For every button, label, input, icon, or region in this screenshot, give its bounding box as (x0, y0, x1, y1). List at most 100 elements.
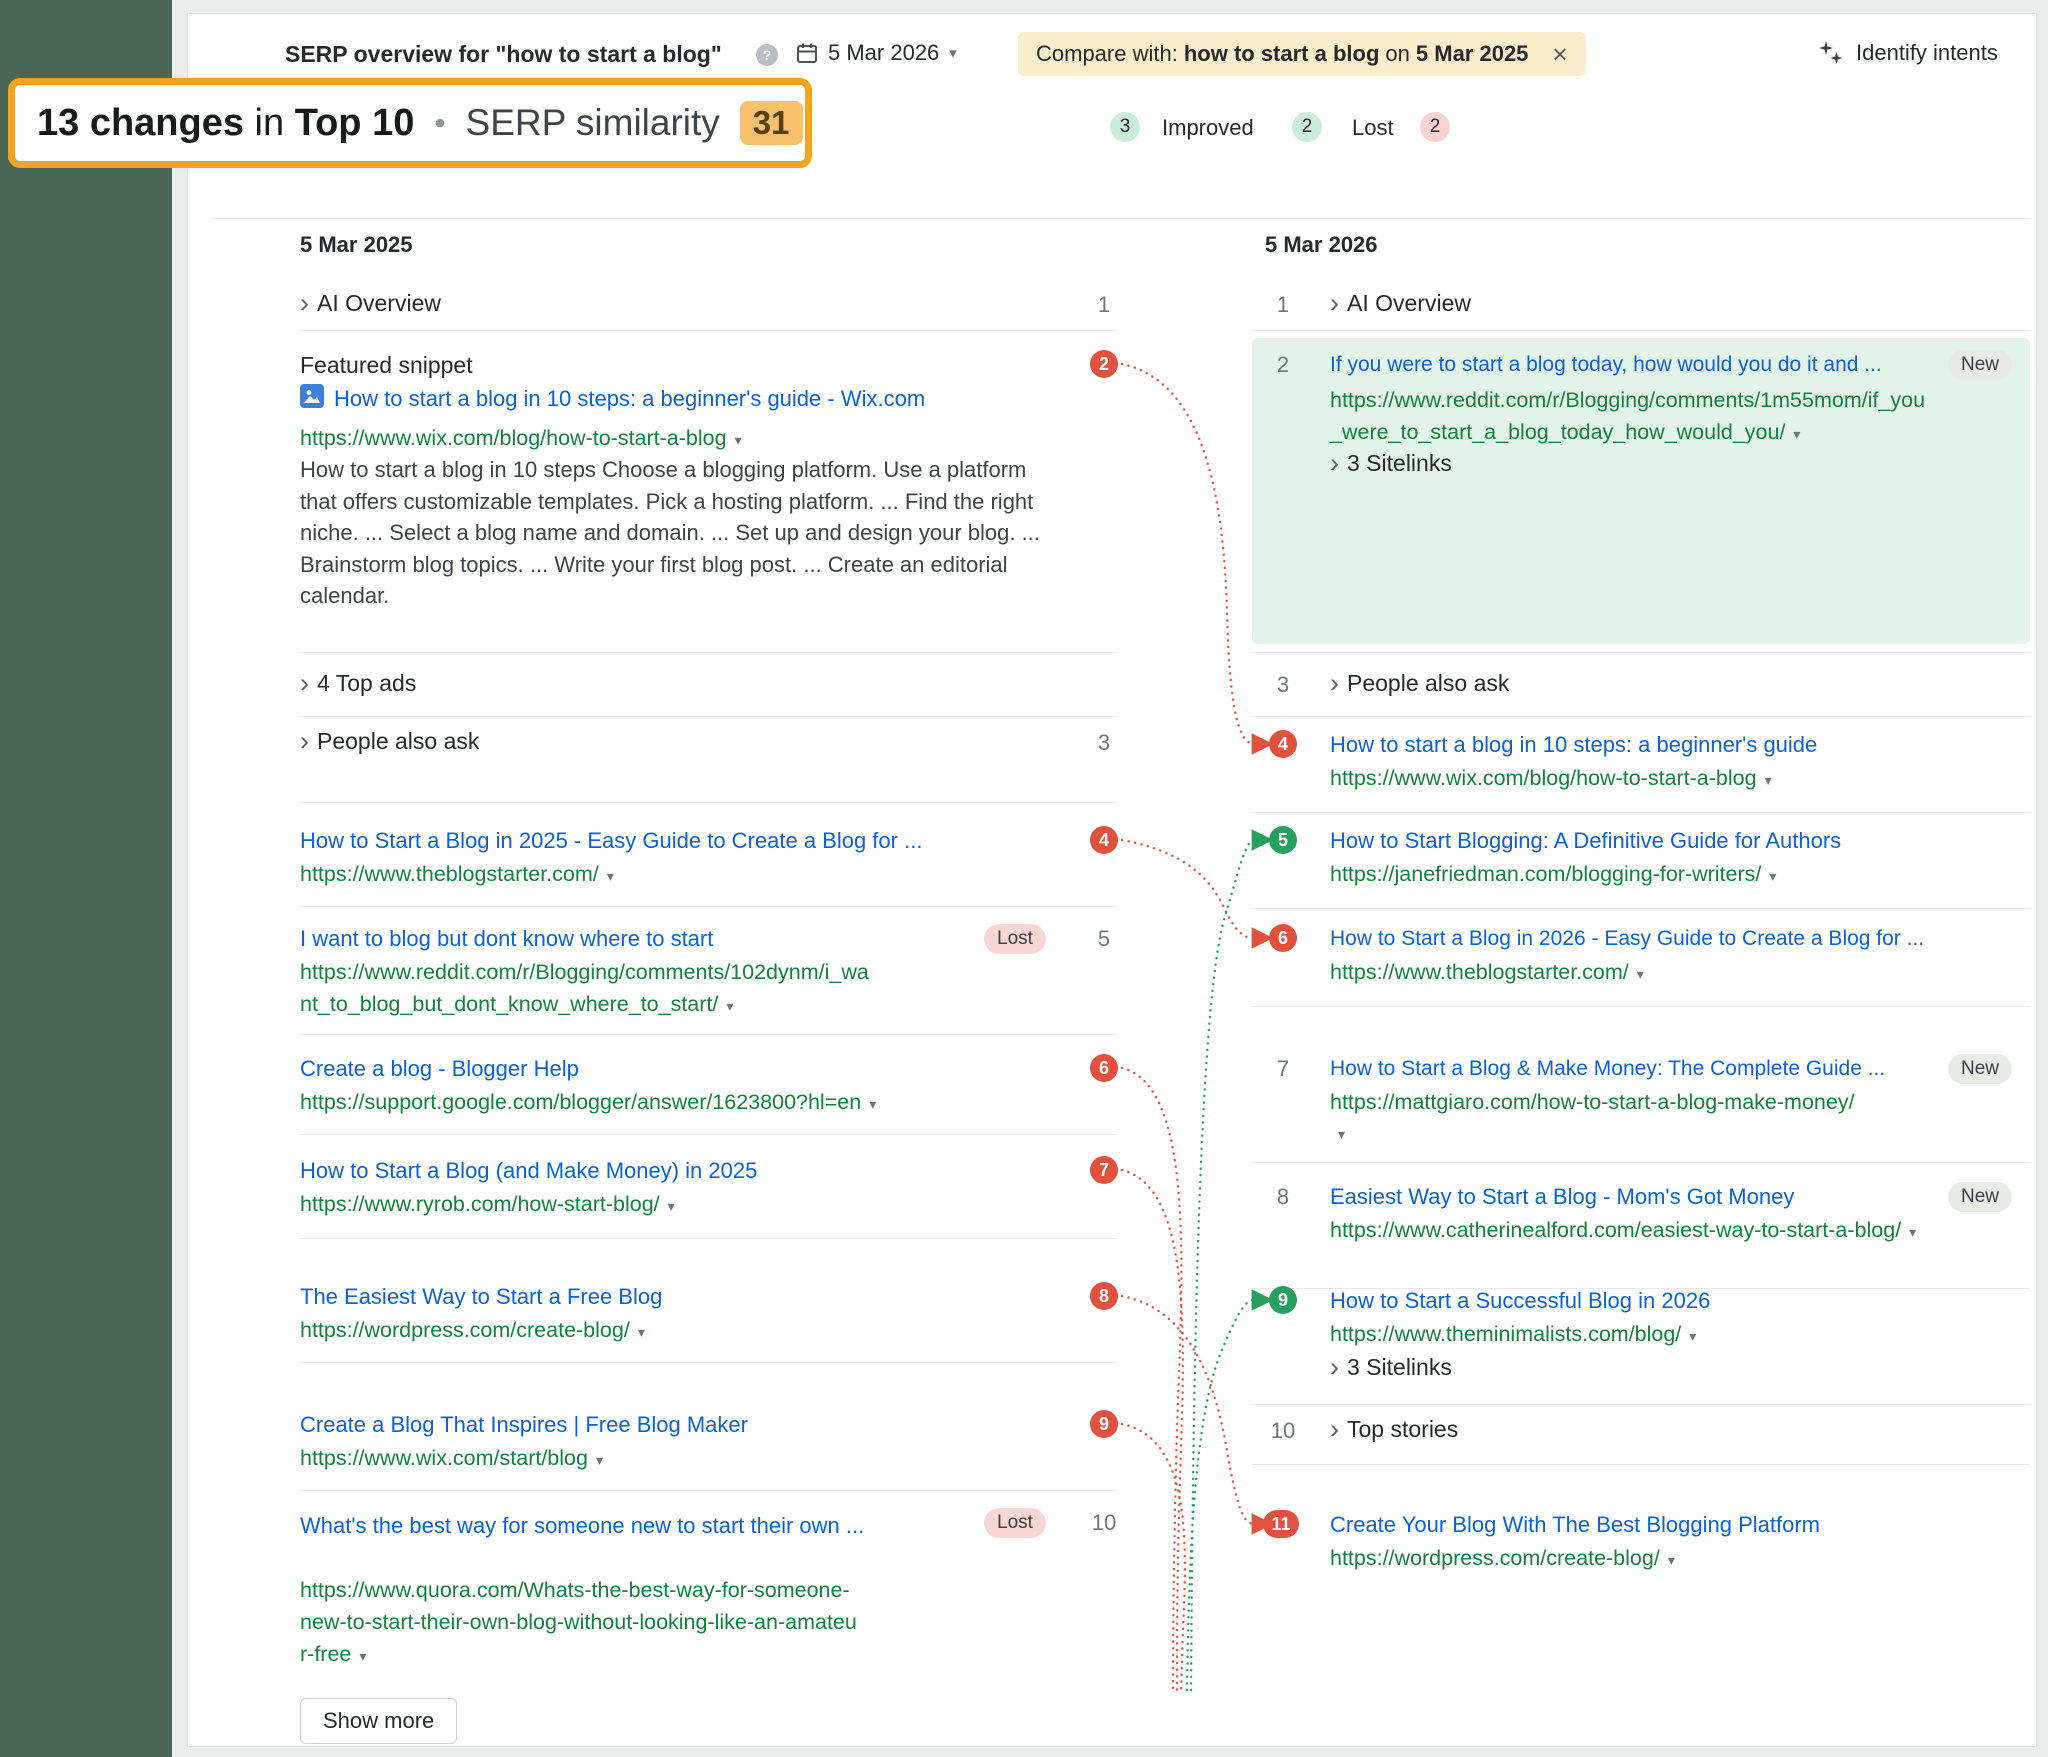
result-url: https://wordpress.com/create-blog/ (1330, 1546, 1660, 1570)
result-title-link[interactable]: How to start a blog in 10 steps: a begin… (334, 386, 925, 412)
result-url-dropdown[interactable]: https://www.ryrob.com/how-start-blog/ ▾ (300, 1188, 675, 1222)
result-url: https://www.ryrob.com/how-start-blog/ (300, 1192, 660, 1216)
left-row-ai-overview[interactable]: › AI Overview (300, 290, 441, 317)
result-url-dropdown[interactable]: https://www.reddit.com/r/Blogging/commen… (1330, 384, 1930, 450)
right-row-people-also-ask[interactable]: › People also ask (1330, 670, 1509, 697)
result-url-dropdown[interactable]: https://www.wix.com/start/blog▾ (300, 1442, 603, 1476)
url-caret-icon: ▾ (1765, 772, 1772, 788)
header-divider (212, 218, 2030, 219)
serp-similarity-label: SERP similarity (466, 102, 720, 144)
improved-count-badge: 2 (1292, 112, 1322, 142)
divider (300, 330, 1116, 331)
position-badge-declined: 6 (1269, 924, 1297, 952)
result-url-dropdown[interactable]: https://www.theblogstarter.com/▾ (1330, 956, 1644, 990)
result-title-link[interactable]: Easiest Way to Start a Blog - Mom's Got … (1330, 1184, 1794, 1210)
result-url-dropdown[interactable]: https://www.catherinealford.com/easiest-… (1330, 1214, 1950, 1248)
result-title-link[interactable]: The Easiest Way to Start a Free Blog (300, 1284, 662, 1310)
identify-intents-label: Identify intents (1856, 40, 1998, 66)
position-badge-declined: 6 (1090, 1054, 1118, 1082)
result-url-dropdown[interactable]: https://www.wix.com/blog/how-to-start-a-… (1330, 762, 1772, 796)
url-caret-icon: ▾ (1909, 1224, 1916, 1240)
result-title-link[interactable]: Create a blog - Blogger Help (300, 1056, 579, 1082)
result-url-dropdown[interactable]: https://support.google.com/blogger/answe… (300, 1086, 876, 1120)
url-caret-icon: ▾ (1668, 1552, 1675, 1568)
result-title-link[interactable]: How to Start a Blog & Make Money: The Co… (1330, 1057, 1885, 1081)
result-url: https://www.theblogstarter.com/ (1330, 960, 1629, 984)
left-row-top-ads[interactable]: › 4 Top ads (300, 670, 416, 697)
divider (300, 716, 1116, 717)
result-url-dropdown[interactable]: https://wordpress.com/create-blog/▾ (300, 1314, 645, 1348)
calendar-icon (796, 42, 818, 64)
date-picker[interactable]: 5 Mar 2026 ▾ (796, 40, 957, 66)
url-caret-icon: ▾ (1793, 426, 1800, 442)
help-icon[interactable]: ? (756, 44, 778, 66)
new-badge: New (1948, 1054, 2012, 1084)
position-badge-declined: 7 (1090, 1156, 1118, 1184)
compare-prefix: Compare with: (1036, 41, 1178, 67)
help-glyph: ? (763, 47, 772, 63)
improved-label: Improved (1162, 115, 1254, 141)
sitelinks-toggle[interactable]: › 3 Sitelinks (1330, 1354, 1452, 1381)
result-url-dropdown[interactable]: https://wordpress.com/create-blog/ ▾ (1330, 1542, 1675, 1576)
compare-connector: on (1385, 41, 1409, 67)
divider (1252, 716, 2030, 717)
result-url-dropdown[interactable]: https://www.reddit.com/r/Blogging/commen… (300, 956, 870, 1022)
divider (1252, 1006, 2030, 1007)
result-title-link[interactable]: How to start a blog in 10 steps: a begin… (1330, 732, 1817, 758)
result-title-link[interactable]: How to Start Blogging: A Definitive Guid… (1330, 828, 1841, 854)
position-badge-improved: 9 (1269, 1286, 1297, 1314)
result-title-link[interactable]: Create a Blog That Inspires | Free Blog … (300, 1412, 748, 1438)
result-url: https://www.quora.com/Whats-the-best-way… (300, 1578, 857, 1666)
compare-chip[interactable]: Compare with: how to start a blog on 5 M… (1018, 32, 1586, 76)
result-url-dropdown[interactable]: https://mattgiaro.com/how-to-start-a-blo… (1330, 1086, 1855, 1150)
position-number: 7 (1269, 1056, 1297, 1082)
sparkles-icon (1818, 40, 1844, 66)
result-title-link[interactable]: I want to blog but dont know where to st… (300, 926, 713, 952)
lost-label: Lost (1352, 115, 1394, 141)
position-badge-declined: 9 (1090, 1410, 1118, 1438)
result-title-link[interactable]: How to Start a Blog in 2025 - Easy Guide… (300, 828, 922, 854)
sitelinks-toggle[interactable]: › 3 Sitelinks (1330, 450, 1452, 477)
url-caret-icon: ▾ (668, 1198, 675, 1214)
divider (1252, 908, 2030, 909)
section-label: AI Overview (317, 290, 441, 317)
chevron-right-icon: › (1330, 450, 1339, 477)
position-badge-declined: 11 (1263, 1510, 1299, 1538)
divider (1252, 652, 2030, 653)
divider (1252, 1162, 2030, 1163)
chevron-right-icon: › (1330, 290, 1339, 317)
divider (300, 802, 1116, 803)
result-title-link[interactable]: Create Your Blog With The Best Blogging … (1330, 1512, 1820, 1538)
url-caret-icon: ▾ (726, 998, 733, 1014)
result-url-dropdown[interactable]: https://www.quora.com/Whats-the-best-way… (300, 1574, 860, 1672)
divider (1252, 1404, 2030, 1405)
result-title-link[interactable]: How to Start a Blog in 2026 - Easy Guide… (1330, 927, 1924, 951)
result-url-dropdown[interactable]: https://www.theminimalists.com/blog/▾ (1330, 1318, 1696, 1352)
result-url-dropdown[interactable]: https://www.wix.com/blog/how-to-start-a-… (300, 422, 742, 456)
chevron-down-icon: ▾ (949, 44, 957, 62)
identify-intents-button[interactable]: Identify intents (1818, 40, 1998, 66)
url-caret-icon: ▾ (735, 432, 742, 448)
left-row-people-also-ask[interactable]: › People also ask (300, 728, 479, 755)
position-badge-declined: 4 (1269, 730, 1297, 758)
url-caret-icon: ▾ (596, 1452, 603, 1468)
right-row-ai-overview[interactable]: › AI Overview (1330, 290, 1471, 317)
divider (1252, 330, 2030, 331)
result-title-link[interactable]: How to Start a Successful Blog in 2026 (1330, 1288, 1710, 1314)
close-icon[interactable]: × (1552, 41, 1567, 67)
result-title-link[interactable]: If you were to start a blog today, how w… (1330, 353, 1882, 377)
right-row-top-stories[interactable]: › Top stories (1330, 1416, 1458, 1443)
result-favicon-icon (300, 384, 324, 413)
result-url-dropdown[interactable]: https://www.theblogstarter.com/▾ (300, 858, 614, 892)
changes-scope: Top 10 (295, 102, 415, 144)
result-title-link[interactable]: What's the best way for someone new to s… (300, 1510, 880, 1542)
show-more-button[interactable]: Show more (300, 1698, 457, 1744)
divider (1252, 1464, 2030, 1465)
serp-similarity-value: 31 (740, 101, 803, 145)
result-title-link[interactable]: How to Start a Blog (and Make Money) in … (300, 1158, 757, 1184)
position-number: 1 (1090, 292, 1118, 318)
position-number: 3 (1269, 672, 1297, 698)
url-caret-icon: ▾ (1689, 1328, 1696, 1344)
position-badge-declined: 4 (1090, 826, 1118, 854)
result-url-dropdown[interactable]: https://janefriedman.com/blogging-for-wr… (1330, 858, 1776, 892)
